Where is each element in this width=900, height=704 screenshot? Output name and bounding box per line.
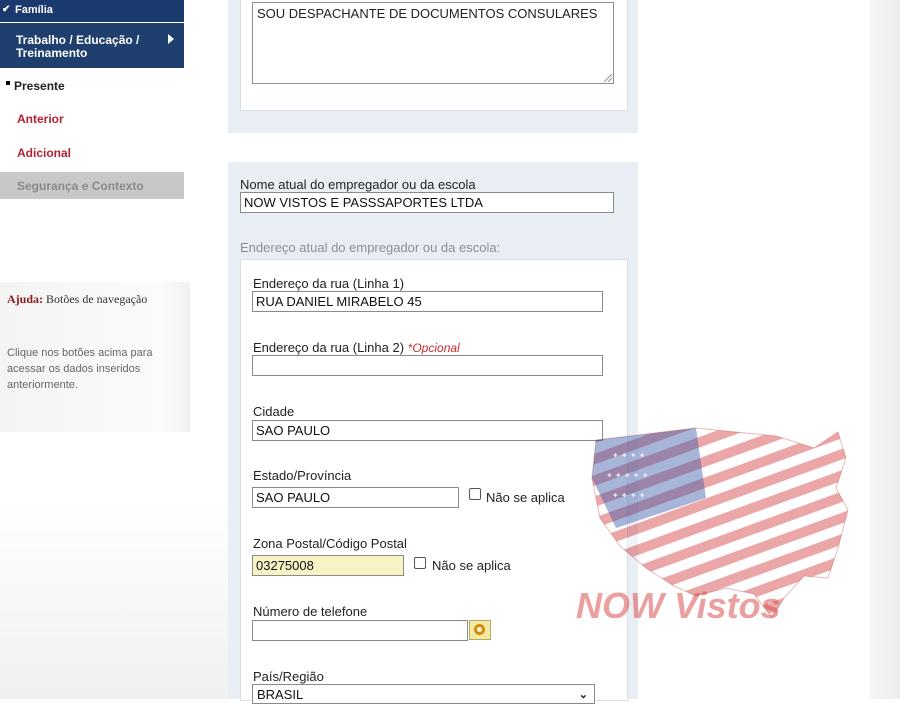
background-fade [0, 500, 230, 699]
sidebar-item-label: Presente [14, 79, 65, 93]
employer-name-input[interactable]: NOW VISTOS E PASSSAPORTES LTDA [240, 192, 614, 213]
sidebar-item-label: Segurança e Contexto [17, 179, 144, 193]
phone-label: Número de telefone [253, 604, 368, 619]
city-input[interactable]: SAO PAULO [252, 420, 603, 441]
street1-input[interactable]: RUA DANIEL MIRABELO 45 [252, 291, 603, 312]
chevron-right-icon [168, 34, 174, 44]
chevron-down-icon: ⌄ [578, 689, 588, 701]
help-title-bold: Ajuda: [7, 292, 44, 306]
sidebar-item-anterior[interactable]: Anterior [17, 112, 64, 126]
help-title: Ajuda: Botões de navegação [7, 291, 147, 308]
postal-na-checkbox[interactable] [414, 557, 426, 569]
street2-label-text: Endereço da rua (Linha 2) [253, 340, 405, 355]
sidebar-item-adicional[interactable]: Adicional [17, 146, 71, 160]
autofill-icon[interactable] [469, 620, 491, 640]
svg-text:✦ ✦ ✦ ✦ ✦: ✦ ✦ ✦ ✦ ✦ [606, 471, 649, 480]
resize-grip-icon[interactable] [604, 74, 612, 82]
country-label: País/Região [253, 669, 324, 684]
right-edge-shade [870, 0, 900, 699]
bullet-icon [6, 81, 10, 85]
street1-label: Endereço da rua (Linha 1) [253, 276, 405, 291]
watermark-text: NOW Vistos [576, 585, 781, 626]
city-label: Cidade [253, 404, 295, 419]
duties-text: SOU DESPACHANTE DE DOCUMENTOS CONSULARES [257, 6, 598, 21]
country-select[interactable]: BRASIL ⌄ [252, 684, 595, 704]
optional-marker: *Opcional [407, 341, 460, 355]
employer-name-label: Nome atual do empregador ou da escola [240, 177, 476, 192]
address-heading: Endereço atual do empregador ou da escol… [240, 240, 501, 255]
sidebar-item-seguranca[interactable]: Segurança e Contexto [0, 172, 184, 199]
svg-text:✦ ✦ ✦ ✦: ✦ ✦ ✦ ✦ [612, 451, 646, 460]
sidebar-item-presente[interactable]: Presente [6, 79, 65, 93]
sidebar-item-trabalho[interactable]: Trabalho / Educação / Treinamento [0, 23, 184, 68]
help-title-rest: Botões de navegação [46, 292, 148, 306]
svg-text:✦ ✦ ✦ ✦: ✦ ✦ ✦ ✦ [612, 491, 646, 500]
street2-input[interactable] [252, 355, 603, 376]
duties-textarea[interactable]: SOU DESPACHANTE DE DOCUMENTOS CONSULARES [252, 2, 614, 84]
help-text: Clique nos botões acima para acessar os … [7, 347, 153, 391]
check-icon: ✔ [2, 4, 11, 15]
sidebar-item-label: Família [15, 4, 53, 16]
street2-label: Endereço da rua (Linha 2) *Opcional [253, 340, 460, 355]
postal-label: Zona Postal/Código Postal [253, 536, 407, 551]
state-label: Estado/Província [253, 468, 352, 483]
state-na-checkbox[interactable] [469, 488, 481, 500]
sidebar-item-label: Trabalho / Educação / Treinamento [16, 33, 140, 60]
sidebar-item-familia[interactable]: ✔ Família [0, 0, 184, 22]
postal-na-label: Não se aplica [432, 558, 511, 573]
state-input[interactable]: SAO PAULO [252, 487, 459, 508]
state-na-label: Não se aplica [486, 490, 565, 505]
phone-input[interactable] [252, 620, 468, 641]
postal-input[interactable]: 03275008 [252, 555, 404, 576]
country-select-value: BRASIL [257, 687, 304, 702]
